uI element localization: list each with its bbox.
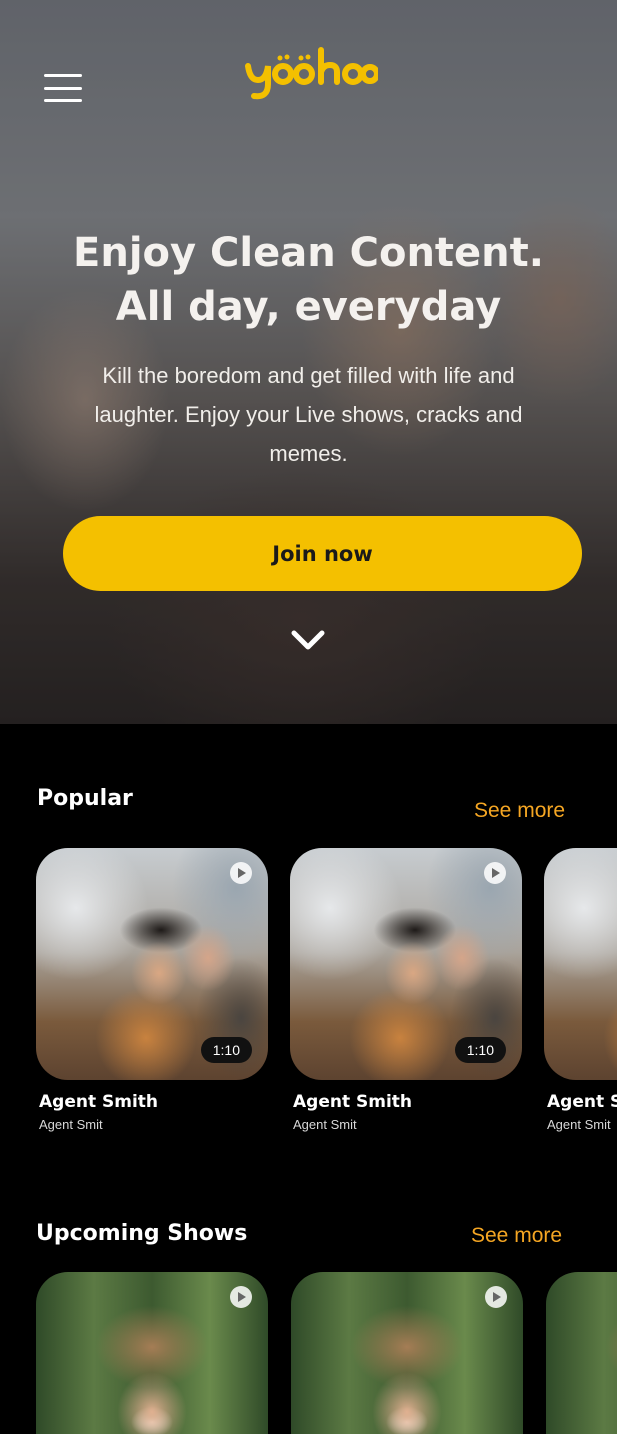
video-thumbnail[interactable]: 1:10 [36,848,268,1080]
popular-card[interactable]: Agent Smith Agent Smit [544,848,617,1132]
video-thumbnail[interactable] [546,1272,617,1434]
play-icon[interactable] [230,1286,252,1308]
card-subtitle: Agent Smit [39,1117,103,1132]
duration-badge: 1:10 [200,1037,252,1063]
card-title: Agent Smith [293,1092,413,1112]
popular-card[interactable]: 1:10 Agent Smith Agent Smit [290,848,522,1132]
upcoming-section-title: Upcoming Shows [36,1221,248,1246]
hero-title: Enjoy Clean Content. All day, everyday [0,226,617,334]
hero-subtitle: Kill the boredom and get filled with lif… [94,363,523,466]
video-thumbnail[interactable] [36,1272,268,1434]
upcoming-card[interactable] [36,1272,268,1434]
join-now-button[interactable]: Join now [63,516,582,591]
hero-title-line2: All day, everyday [115,284,502,330]
popular-see-more-link[interactable]: See more [474,799,565,823]
hero-title-line1: Enjoy Clean Content. [73,230,544,276]
play-icon[interactable] [484,862,506,884]
card-subtitle: Agent Smit [547,1117,611,1132]
chevron-down-icon[interactable] [290,628,326,652]
upcoming-see-more-link[interactable]: See more [471,1224,562,1248]
yoohoo-logo[interactable] [242,44,378,102]
popular-section-title: Popular [37,786,133,811]
card-title: Agent Smith [547,1092,617,1112]
hero-section: Enjoy Clean Content. All day, everyday K… [0,0,617,724]
upcoming-card[interactable] [546,1272,617,1434]
video-thumbnail[interactable]: 1:10 [290,848,522,1080]
popular-card[interactable]: 1:10 Agent Smith Agent Smit [36,848,268,1132]
upcoming-card[interactable] [291,1272,523,1434]
video-thumbnail[interactable] [544,848,617,1080]
duration-badge: 1:10 [454,1037,506,1063]
play-icon[interactable] [485,1286,507,1308]
hamburger-menu-icon[interactable] [44,74,82,102]
play-icon[interactable] [230,862,252,884]
card-title: Agent Smith [39,1092,159,1112]
card-subtitle: Agent Smit [293,1117,357,1132]
video-thumbnail[interactable] [291,1272,523,1434]
